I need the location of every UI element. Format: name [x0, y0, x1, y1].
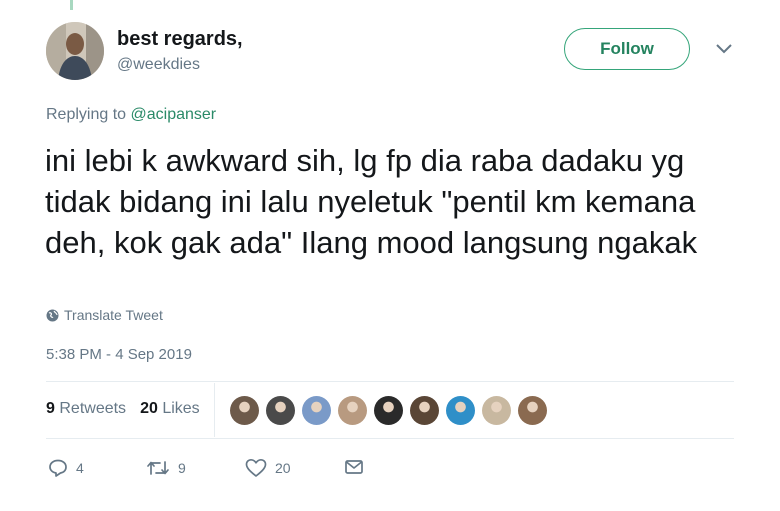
retweet-action[interactable]: 9: [146, 458, 186, 478]
liker-avatar-9[interactable]: [518, 396, 547, 425]
thread-connector-line: [70, 0, 73, 10]
retweet-count: 9: [178, 460, 186, 476]
engagement-stats: 9 Retweets 20 Likes: [46, 400, 200, 418]
retweets-count: 9: [46, 400, 55, 417]
divider-top: [46, 381, 734, 382]
liker-avatar-3[interactable]: [302, 396, 331, 425]
translate-tweet-link[interactable]: Translate Tweet: [46, 307, 163, 323]
heart-icon: [245, 458, 267, 477]
stats-separator: [214, 383, 215, 437]
likes-count: 20: [140, 400, 158, 417]
liker-avatar-5[interactable]: [374, 396, 403, 425]
replying-to-label: Replying to: [46, 106, 131, 123]
likes-stat[interactable]: 20 Likes: [140, 400, 200, 418]
tweet-timestamp[interactable]: 5:38 PM - 4 Sep 2019: [46, 346, 192, 363]
reply-count: 4: [76, 460, 84, 476]
display-name[interactable]: best regards,: [117, 28, 243, 51]
follow-button[interactable]: Follow: [564, 28, 690, 70]
replying-to: Replying to @acipanser: [46, 106, 216, 124]
liker-avatar-4[interactable]: [338, 396, 367, 425]
reply-icon: [49, 459, 67, 477]
liker-avatar-7[interactable]: [446, 396, 475, 425]
avatar-image: [46, 22, 104, 80]
liker-avatar-2[interactable]: [266, 396, 295, 425]
chevron-down-icon[interactable]: [714, 42, 734, 56]
translate-tweet-label[interactable]: Translate Tweet: [64, 307, 163, 323]
retweets-label: Retweets: [59, 400, 127, 417]
liker-avatar-8[interactable]: [482, 396, 511, 425]
like-count: 20: [275, 460, 291, 476]
envelope-icon: [345, 460, 363, 474]
divider-bottom: [46, 438, 734, 439]
reply-action[interactable]: 4: [48, 458, 84, 478]
globe-icon: [46, 309, 59, 321]
liker-avatars: [230, 396, 547, 425]
retweets-stat[interactable]: 9 Retweets: [46, 400, 126, 418]
direct-message-action[interactable]: [344, 458, 364, 476]
likes-label: Likes: [162, 400, 200, 417]
liker-avatar-1[interactable]: [230, 396, 259, 425]
like-action[interactable]: 20: [245, 458, 291, 478]
retweet-icon: [147, 461, 169, 475]
liker-avatar-6[interactable]: [410, 396, 439, 425]
reply-mention-link[interactable]: @acipanser: [131, 106, 217, 123]
tweet-text: ini lebi k awkward sih, lg fp dia raba d…: [45, 143, 698, 260]
avatar[interactable]: [46, 22, 104, 80]
user-handle[interactable]: @weekdies: [117, 56, 200, 74]
